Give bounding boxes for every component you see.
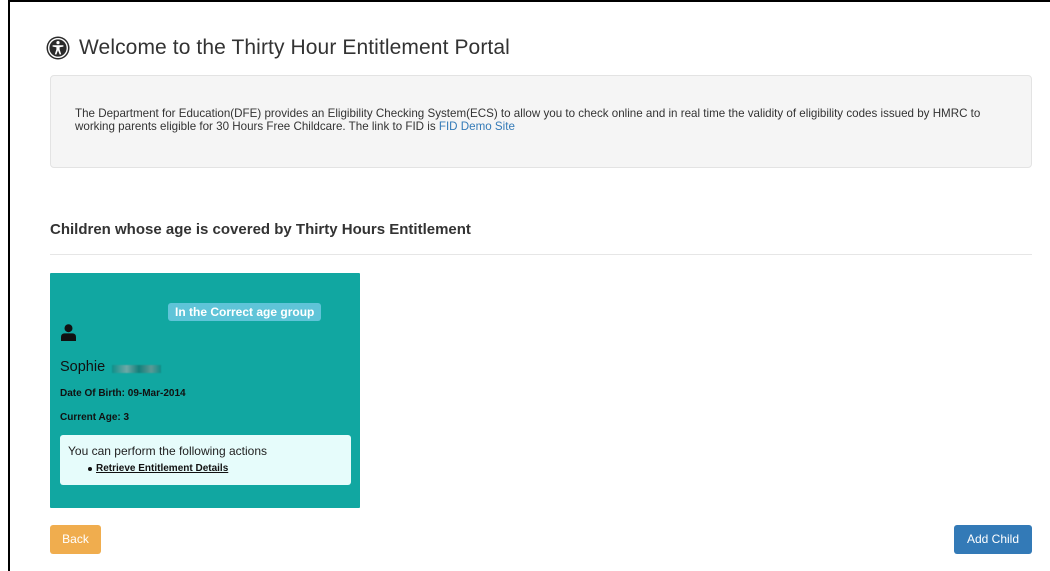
add-child-button[interactable]: Add Child: [954, 525, 1032, 554]
info-description: The Department for Education(DFE) provid…: [75, 107, 981, 133]
actions-caption: You can perform the following actions: [68, 444, 268, 458]
list-item: Retrieve Entitlement Details: [88, 463, 228, 474]
person-icon: [61, 324, 76, 341]
info-text: The Department for Education(DFE) provid…: [75, 107, 1015, 133]
actions-list: Retrieve Entitlement Details: [88, 463, 228, 474]
date-of-birth: Date Of Birth: 09-Mar-2014: [60, 388, 186, 399]
page-title: Welcome to the Thirty Hour Entitlement P…: [79, 36, 510, 59]
current-age: Current Age: 3: [60, 412, 130, 423]
child-name: Sophie: [60, 359, 106, 375]
section-heading: Children whose age is covered by Thirty …: [50, 221, 471, 238]
back-button[interactable]: Back: [50, 525, 101, 554]
page-frame: Welcome to the Thirty Hour Entitlement P…: [8, 0, 1050, 571]
accessibility-icon: [46, 36, 70, 60]
surname-redaction: [112, 365, 161, 373]
info-panel: The Department for Education(DFE) provid…: [50, 75, 1032, 168]
section-divider: [50, 254, 1032, 255]
child-card: In the Correct age group Sophie Date Of …: [50, 273, 360, 508]
actions-box: You can perform the following actions Re…: [60, 435, 351, 485]
fid-demo-site-link[interactable]: FID Demo Site: [439, 120, 515, 133]
bullet-icon: [88, 466, 92, 471]
page-header: Welcome to the Thirty Hour Entitlement P…: [46, 36, 510, 60]
retrieve-entitlement-details-link[interactable]: Retrieve Entitlement Details: [96, 463, 228, 474]
age-group-badge: In the Correct age group: [168, 303, 322, 321]
